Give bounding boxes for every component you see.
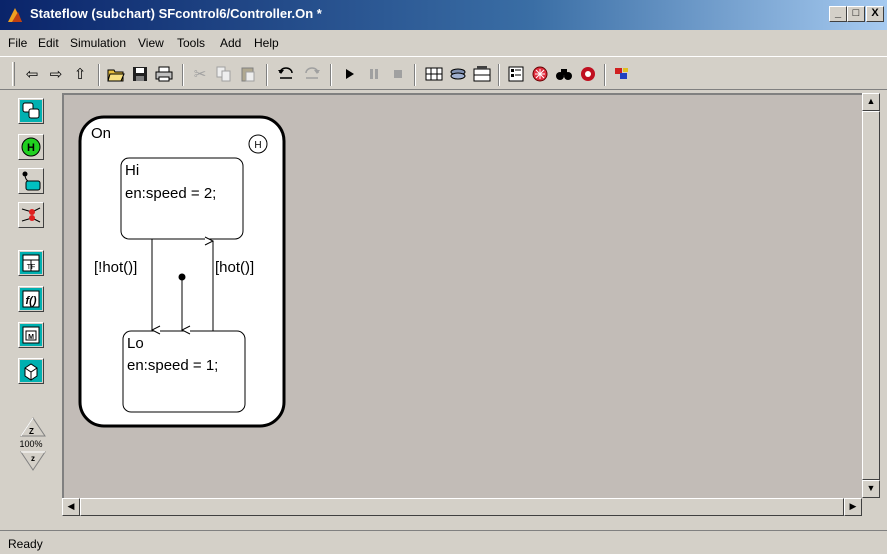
zoom-in-label: Z	[29, 427, 34, 436]
horizontal-scrollbar[interactable]: ◀ ▶	[62, 498, 862, 516]
truth-table-tool-button[interactable]: TF	[18, 250, 44, 276]
history-junction-tool-icon: H	[21, 137, 41, 157]
horizontal-scroll-thumb[interactable]	[80, 498, 844, 516]
open-icon[interactable]	[106, 64, 126, 84]
svg-text:TF: TF	[27, 264, 36, 271]
transition-hi-to-lo-label: [!hot()]	[94, 259, 137, 276]
embedded-matlab-tool-button[interactable]: M	[18, 322, 44, 348]
save-icon[interactable]	[130, 64, 150, 84]
build-icon[interactable]	[424, 64, 444, 84]
target-icon[interactable]	[578, 64, 598, 84]
window-title: Stateflow (subchart) SFcontrol6/Controll…	[30, 6, 322, 21]
find-icon[interactable]	[554, 64, 574, 84]
state-tool-button[interactable]	[18, 98, 44, 124]
toolbar-separator	[182, 64, 184, 86]
toolbar-separator	[330, 64, 332, 86]
svg-text:M: M	[28, 334, 34, 341]
cut-icon[interactable]: ✂	[190, 64, 210, 84]
scroll-left-icon[interactable]: ◀	[62, 498, 80, 516]
default-transition-tool-button[interactable]	[18, 168, 44, 194]
state-lo-name: Lo	[127, 335, 144, 352]
svg-text:H: H	[27, 142, 35, 154]
connective-junction-tool-icon	[21, 207, 41, 223]
function-tool-icon: f()	[20, 288, 42, 310]
menu-edit[interactable]: Edit	[38, 36, 59, 50]
status-text: Ready	[8, 537, 43, 551]
embedded-matlab-tool-icon: M	[20, 324, 42, 346]
zoom-level: 100%	[19, 439, 43, 449]
maximize-button[interactable]: □	[847, 6, 865, 22]
scroll-up-icon[interactable]: ▲	[862, 93, 880, 111]
scrollbar-corner	[862, 498, 880, 516]
menu-add[interactable]: Add	[220, 36, 241, 50]
toolbar-separator	[498, 64, 500, 86]
connective-junction-tool-button[interactable]	[18, 202, 44, 228]
function-tool-button[interactable]: f()	[18, 286, 44, 312]
rebuild-icon[interactable]	[472, 64, 492, 84]
status-bar: Ready	[0, 530, 887, 554]
library-icon[interactable]	[612, 64, 632, 84]
state-lo-action: en:speed = 1;	[127, 357, 218, 374]
toolbar-separator	[266, 64, 268, 86]
toolbar-grip[interactable]	[12, 62, 15, 86]
box-tool-icon	[20, 360, 42, 382]
state-tool-icon	[20, 100, 42, 122]
zoom-out-label: z	[31, 454, 35, 463]
scroll-right-icon[interactable]: ▶	[844, 498, 862, 516]
print-icon[interactable]	[154, 64, 174, 84]
toolbar-separator	[414, 64, 416, 86]
paste-icon[interactable]	[238, 64, 258, 84]
start-icon[interactable]	[340, 64, 360, 84]
forward-icon[interactable]: ⇨	[46, 64, 66, 84]
menu-bar: File Edit Simulation View Tools Add Help	[0, 33, 887, 53]
box-tool-button[interactable]	[18, 358, 44, 384]
menu-help[interactable]: Help	[254, 36, 279, 50]
stop-icon[interactable]	[388, 64, 408, 84]
menu-view[interactable]: View	[138, 36, 164, 50]
explorer-icon[interactable]	[506, 64, 526, 84]
transition-lo-to-hi-label: [hot()]	[215, 259, 254, 276]
close-button[interactable]: X	[866, 6, 884, 22]
parse-icon[interactable]	[530, 64, 550, 84]
state-hi-action: en:speed = 2;	[125, 185, 216, 202]
stateflow-chart: On H Hi en:speed = 2; Lo en:speed = 1; […	[78, 115, 286, 428]
toolbar: ⇦ ⇨ ⇧ ✂	[0, 56, 887, 90]
back-icon[interactable]: ⇦	[22, 64, 42, 84]
pause-icon[interactable]	[364, 64, 384, 84]
svg-text:f(): f()	[26, 295, 37, 307]
menu-tools[interactable]: Tools	[177, 36, 205, 50]
object-palette: H TF f() M Z 100% z	[0, 92, 62, 520]
minimize-button[interactable]: _	[829, 6, 847, 22]
up-icon[interactable]: ⇧	[70, 64, 90, 84]
vertical-scroll-thumb[interactable]	[862, 111, 880, 480]
debug-icon[interactable]	[448, 64, 468, 84]
history-junction-label: H	[254, 140, 261, 151]
menu-simulation[interactable]: Simulation	[70, 36, 126, 50]
title-bar: Stateflow (subchart) SFcontrol6/Controll…	[0, 0, 887, 30]
copy-icon[interactable]	[214, 64, 234, 84]
vertical-scrollbar[interactable]: ▲ ▼	[862, 93, 880, 498]
state-hi-name: Hi	[125, 162, 139, 179]
stateflow-app-icon[interactable]	[6, 6, 24, 24]
truth-table-tool-icon: TF	[20, 252, 42, 274]
history-junction-tool-button[interactable]: H	[18, 134, 44, 160]
menu-file[interactable]: File	[8, 36, 27, 50]
redo-icon[interactable]	[302, 64, 322, 84]
toolbar-separator	[604, 64, 606, 86]
toolbar-separator	[98, 64, 100, 86]
default-transition-tool-icon	[22, 171, 41, 191]
scroll-down-icon[interactable]: ▼	[862, 480, 880, 498]
state-on-name: On	[91, 125, 111, 142]
undo-icon[interactable]	[276, 64, 296, 84]
chart-canvas[interactable]: On H Hi en:speed = 2; Lo en:speed = 1; […	[62, 93, 862, 498]
